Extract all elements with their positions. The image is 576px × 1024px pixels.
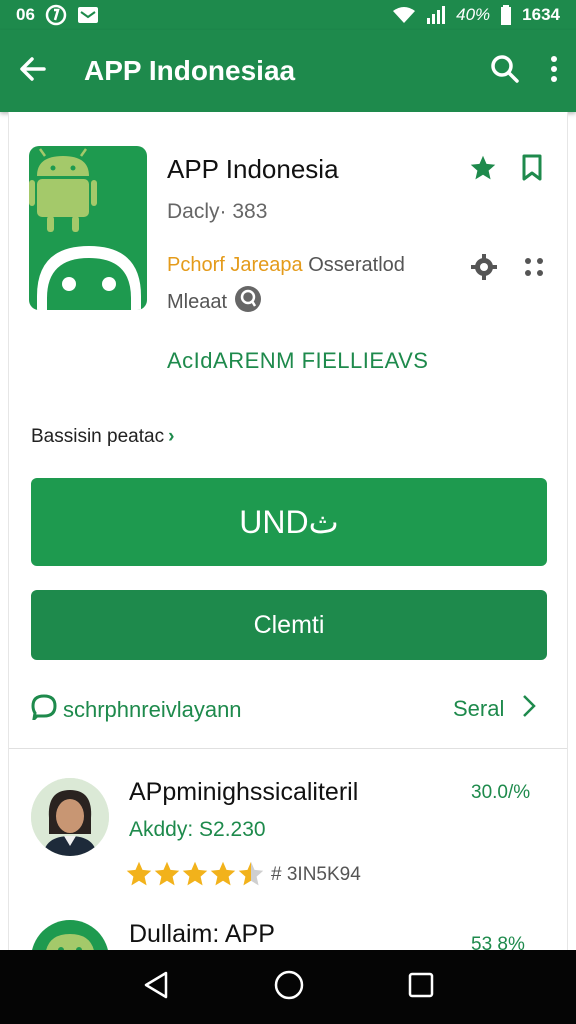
android-icon[interactable] xyxy=(31,920,109,950)
meta-secondary: Mleaat xyxy=(167,284,263,320)
bookmark-icon[interactable] xyxy=(521,154,543,187)
install-button[interactable]: UNDث xyxy=(31,478,547,566)
review-percent: 30.0/% xyxy=(471,782,531,803)
more-vert-icon[interactable] xyxy=(550,55,558,88)
app-bar-actions xyxy=(490,54,558,89)
app-list-percent: 53 8% xyxy=(471,934,525,950)
message-icon xyxy=(77,6,99,24)
star-icon[interactable] xyxy=(469,154,497,187)
notification-icon xyxy=(45,4,67,26)
section-label[interactable]: Bassisin peatac › xyxy=(31,426,174,448)
app-bar-title: APP Indonesiaa xyxy=(84,55,296,86)
app-icon xyxy=(29,146,147,310)
meta-category[interactable]: Pchorf Jareapa xyxy=(167,254,303,276)
status-bar: 06 40% 1634 xyxy=(0,0,576,30)
nav-back-icon[interactable] xyxy=(142,970,170,1005)
section-label-text: Bassisin peatac xyxy=(31,426,165,447)
app-name: APP Indonesia xyxy=(167,154,339,184)
info-badge-icon[interactable] xyxy=(233,284,263,320)
back-arrow-icon[interactable] xyxy=(18,54,48,89)
system-nav-bar xyxy=(0,950,576,1024)
nav-recents-icon[interactable] xyxy=(408,972,434,1003)
star-full-icon xyxy=(182,861,208,886)
app-developer: Dacly· 383 xyxy=(167,200,268,223)
app-bar: APP Indonesiaa xyxy=(0,30,576,112)
meta-status: Osseratlod xyxy=(308,254,405,276)
rating-stars xyxy=(125,860,265,888)
grid-dots-icon[interactable] xyxy=(523,256,545,283)
nav-home-icon[interactable] xyxy=(273,969,305,1006)
reviews-link[interactable]: schrphnreivlayann xyxy=(31,694,242,726)
category-label[interactable]: AcIdARENM FIELLIEAVS xyxy=(167,348,428,374)
review-subtitle: Akddy: S2.230 xyxy=(129,818,266,841)
battery-percent: 40% xyxy=(456,5,491,24)
signal-icon xyxy=(426,6,446,24)
status-time-left: 06 xyxy=(16,5,35,24)
review-count: # 3IN5K94 xyxy=(271,864,361,885)
status-right: 40% 1634 xyxy=(392,5,560,25)
star-full-icon xyxy=(210,861,236,886)
star-half-icon xyxy=(238,861,264,886)
star-full-icon xyxy=(154,861,180,886)
star-full-icon xyxy=(126,861,152,886)
reviews-link-label: schrphnreivlayann xyxy=(63,697,242,722)
content-card: APP Indonesia Dacly· 383 Pchorf Jareapa … xyxy=(8,112,568,950)
meta-line: Pchorf Jareapa Osseratlod xyxy=(167,254,405,277)
review-title[interactable]: APpminighssicaliteril xyxy=(129,778,358,807)
app-list-title[interactable]: Dullaim: APP xyxy=(129,920,275,949)
see-all-label: Seral xyxy=(453,696,505,721)
search-icon[interactable] xyxy=(490,54,520,89)
status-clock: 1634 xyxy=(522,5,560,24)
chevron-right-icon: › xyxy=(168,426,175,447)
see-all-link[interactable]: Seral xyxy=(453,694,537,724)
chat-icon xyxy=(31,694,57,726)
divider xyxy=(9,748,567,749)
wifi-icon xyxy=(392,6,416,24)
android-icon xyxy=(29,148,141,310)
avatar[interactable] xyxy=(31,778,109,856)
chevron-right-icon xyxy=(522,694,537,724)
gear-icon[interactable] xyxy=(469,252,499,287)
meta-secondary-text: Mleaat xyxy=(167,290,228,313)
status-left: 06 xyxy=(16,4,99,26)
battery-icon xyxy=(500,5,512,25)
secondary-button[interactable]: Clemti xyxy=(31,590,547,660)
